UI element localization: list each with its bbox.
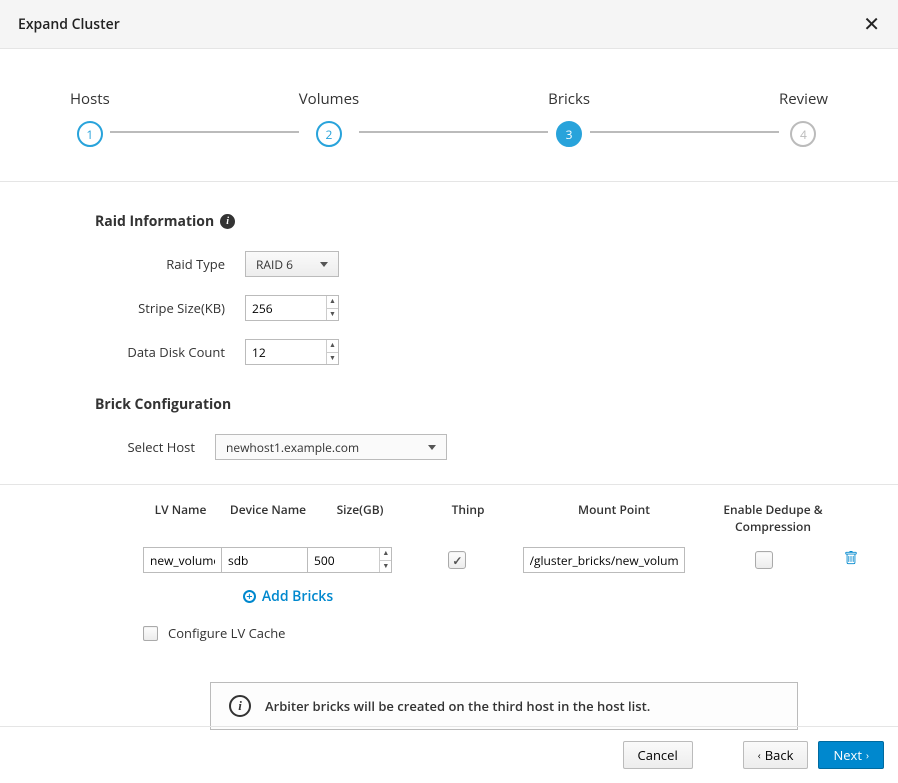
raid-section-title: Raid Information i: [95, 212, 858, 231]
size-input[interactable]: ▲▼: [308, 547, 392, 573]
lv-cache-checkbox[interactable]: [143, 626, 158, 641]
step-label: Bricks: [548, 89, 590, 109]
step-bricks[interactable]: Bricks 3: [548, 89, 590, 147]
raid-type-label: Raid Type: [95, 255, 245, 273]
col-mount: Mount Point: [534, 501, 694, 518]
col-devname: Device Name: [218, 501, 318, 518]
stripe-size-input[interactable]: ▲▼: [245, 295, 339, 321]
size-field[interactable]: [308, 548, 379, 572]
chevron-down-icon: [428, 445, 436, 450]
info-icon: i: [229, 695, 251, 717]
step-connector: [110, 131, 299, 133]
modal-footer: Cancel ‹ Back Next ›: [0, 726, 898, 783]
raid-type-value: RAID 6: [256, 256, 293, 273]
col-thinp: Thinp: [426, 501, 510, 518]
thinp-cell: [416, 551, 498, 569]
dedupe-cell: [701, 551, 828, 569]
mount-point-input[interactable]: [523, 547, 685, 573]
lv-cache-row: Configure LV Cache: [143, 624, 858, 642]
brick-table: LV Name Device Name Size(GB) Thinp Mount…: [143, 501, 858, 642]
plus-icon: +: [243, 590, 256, 603]
select-host-label: Select Host: [95, 438, 215, 456]
spinner-buttons[interactable]: ▲▼: [326, 296, 338, 320]
info-banner: i Arbiter bricks will be created on the …: [210, 682, 798, 730]
dedupe-checkbox[interactable]: [755, 551, 773, 569]
next-button[interactable]: Next ›: [818, 741, 884, 769]
step-label: Hosts: [70, 89, 110, 109]
brick-row: ▲▼: [143, 547, 858, 573]
raid-type-select[interactable]: RAID 6: [245, 251, 339, 277]
step-connector: [590, 131, 779, 133]
device-name-input[interactable]: [222, 547, 308, 573]
lv-name-input[interactable]: [143, 547, 222, 573]
stripe-size-row: Stripe Size(KB) ▲▼: [95, 295, 858, 321]
section-divider: [0, 484, 898, 485]
selected-host-value: newhost1.example.com: [226, 439, 359, 456]
lv-cache-label: Configure LV Cache: [168, 624, 285, 642]
step-hosts[interactable]: Hosts 1: [70, 89, 110, 147]
step-circle: 4: [790, 121, 816, 147]
raid-type-row: Raid Type RAID 6: [95, 251, 858, 277]
step-label: Review: [779, 89, 828, 109]
step-circle: 2: [316, 121, 342, 147]
brick-table-header: LV Name Device Name Size(GB) Thinp Mount…: [143, 501, 858, 535]
wizard-stepper: Hosts 1 Volumes 2 Bricks 3 Review 4: [0, 49, 898, 182]
stripe-size-field[interactable]: [246, 296, 326, 320]
col-size: Size(GB): [318, 501, 402, 518]
thinp-checkbox[interactable]: [448, 551, 466, 569]
delete-row-button[interactable]: [844, 551, 858, 569]
step-label: Volumes: [299, 89, 359, 109]
select-host-dropdown[interactable]: newhost1.example.com: [215, 434, 447, 460]
add-bricks-label: Add Bricks: [262, 587, 333, 606]
chevron-right-icon: ›: [866, 748, 869, 762]
spinner-buttons[interactable]: ▲▼: [326, 340, 338, 364]
cancel-button[interactable]: Cancel: [623, 741, 693, 769]
select-host-row: Select Host newhost1.example.com: [95, 434, 858, 460]
disk-count-row: Data Disk Count ▲▼: [95, 339, 858, 365]
step-connector: [359, 131, 548, 133]
info-text: Arbiter bricks will be created on the th…: [265, 697, 650, 715]
step-circle: 1: [77, 121, 103, 147]
info-icon[interactable]: i: [220, 214, 235, 229]
spinner-buttons[interactable]: ▲▼: [379, 548, 391, 572]
wizard-content: Raid Information i Raid Type RAID 6 Stri…: [0, 182, 898, 770]
disk-count-input[interactable]: ▲▼: [245, 339, 339, 365]
chevron-down-icon: [320, 262, 328, 267]
back-button[interactable]: ‹ Back: [743, 741, 809, 769]
cancel-label: Cancel: [638, 746, 678, 764]
col-dedupe: Enable Dedupe & Compression: [708, 501, 838, 535]
next-label: Next: [833, 746, 862, 764]
step-volumes[interactable]: Volumes 2: [299, 89, 359, 147]
back-label: Back: [765, 746, 794, 764]
chevron-left-icon: ‹: [758, 748, 761, 762]
step-review[interactable]: Review 4: [779, 89, 828, 147]
modal-header: Expand Cluster ✕: [0, 0, 898, 49]
disk-count-label: Data Disk Count: [95, 343, 245, 361]
add-bricks-link[interactable]: + Add Bricks: [143, 587, 433, 606]
col-lvname: LV Name: [143, 501, 218, 518]
raid-title-text: Raid Information: [95, 212, 214, 231]
brick-config-title: Brick Configuration: [95, 395, 858, 414]
disk-count-field[interactable]: [246, 340, 326, 364]
stripe-size-label: Stripe Size(KB): [95, 299, 245, 317]
step-circle: 3: [556, 121, 582, 147]
mount-cell: [523, 547, 685, 573]
close-icon[interactable]: ✕: [863, 14, 880, 34]
modal-title: Expand Cluster: [18, 15, 120, 34]
